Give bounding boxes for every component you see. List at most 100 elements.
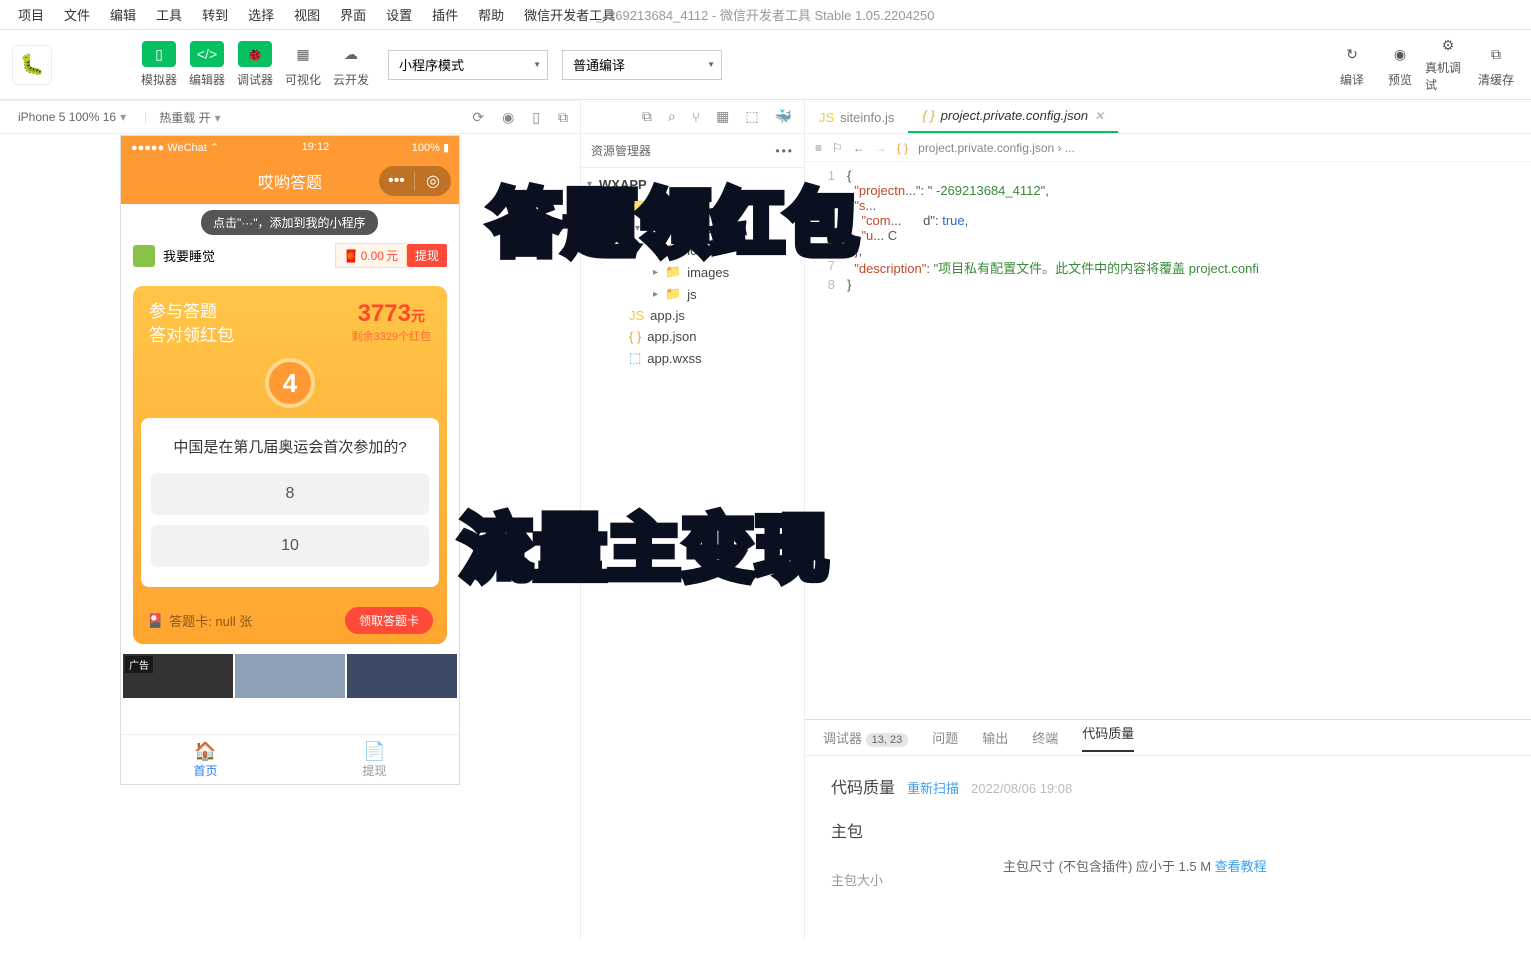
menu-help[interactable]: 帮助 — [468, 5, 514, 24]
size-info: 主包尺寸 (不包含插件) 应小于 1.5 M 查看教程 — [1003, 856, 1267, 889]
home-icon: 🏠 — [194, 741, 216, 762]
simulator-toggle[interactable]: ▯模拟器 — [136, 37, 182, 93]
answer-card-label: 答题卡: null 张 — [169, 611, 252, 630]
record-icon[interactable]: ◉ — [502, 109, 514, 126]
tree-item-app.js[interactable]: JSapp.js — [581, 305, 804, 326]
cloud-icon: ☁ — [334, 41, 368, 67]
menu-tool[interactable]: 工具 — [146, 5, 192, 24]
debug-tab-issues[interactable]: 问题 — [932, 728, 958, 747]
simulator-phone: ●●●●● WeChat ⌃ 19:12 100% ▮ 哎哟答题 ••• ◎ 点… — [120, 135, 460, 785]
forward-icon[interactable]: → — [875, 141, 887, 155]
popout-icon[interactable]: ⧉ — [558, 109, 568, 126]
editor-tab-projectconfig[interactable]: { }project.private.config.json✕ — [908, 100, 1118, 133]
phone-debug-icon: ⚙ — [1431, 37, 1465, 55]
main-package-label: 主包 — [831, 818, 1505, 842]
tree-item-js[interactable]: ▸📁js — [581, 283, 804, 305]
compile-button[interactable]: ↻编译 — [1329, 37, 1375, 93]
menu-project[interactable]: 项目 — [8, 5, 54, 24]
time-label: 19:12 — [302, 141, 330, 153]
explorer-more-icon[interactable]: ••• — [775, 144, 794, 158]
layout-icon: ▦ — [286, 41, 320, 67]
rescan-link[interactable]: 重新扫描 — [907, 778, 959, 797]
tab-home[interactable]: 🏠首页 — [121, 735, 290, 784]
capsule-close-icon[interactable]: ◎ — [415, 171, 451, 191]
editor-panel: JSsiteinfo.js { }project.private.config.… — [805, 100, 1531, 939]
explorer-ext-icon[interactable]: ▦ — [716, 108, 729, 125]
editor-tab-siteinfo[interactable]: JSsiteinfo.js — [805, 102, 908, 133]
explorer-search-icon[interactable]: ⌕ — [668, 108, 676, 125]
explorer-box-icon[interactable]: ⬚ — [745, 108, 758, 125]
device-bar: iPhone 5 100% 16 | 热重载 开 ⟳ ◉ ▯ ⧉ — [0, 100, 580, 134]
doc-icon: 📄 — [363, 741, 385, 762]
close-icon[interactable]: ✕ — [1094, 109, 1104, 123]
explorer-docker-icon[interactable]: 🐳 — [775, 108, 792, 125]
menu-select[interactable]: 选择 — [238, 5, 284, 24]
answer-option-1[interactable]: 10 — [151, 525, 429, 567]
tree-item-resource[interactable]: ▾📁resource — [581, 217, 804, 239]
menu-bar: 项目 文件 编辑 工具 转到 选择 视图 界面 设置 插件 帮助 微信开发者工具… — [0, 0, 1531, 30]
get-card-button[interactable]: 领取答题卡 — [345, 607, 433, 634]
tree-root[interactable]: ▾WXAPP — [581, 174, 804, 195]
menu-edit[interactable]: 编辑 — [100, 5, 146, 24]
menu-interface[interactable]: 界面 — [330, 5, 376, 24]
phone-icon: ▯ — [142, 41, 176, 67]
avatar[interactable] — [133, 245, 155, 267]
eye-icon: ◉ — [1383, 41, 1417, 67]
debug-tabs: 调试器 13, 23 问题 输出 终端 代码质量 — [805, 720, 1531, 756]
debugger-toggle[interactable]: 🐞调试器 — [232, 37, 278, 93]
visual-toggle[interactable]: ▦可视化 — [280, 37, 326, 93]
phone-outline-icon[interactable]: ▯ — [532, 109, 540, 126]
debug-tab-debugger[interactable]: 调试器 13, 23 — [823, 728, 908, 747]
tree-item-app.json[interactable]: { }app.json — [581, 326, 804, 347]
answer-option-0[interactable]: 8 — [151, 473, 429, 515]
tab-withdraw[interactable]: 📄提现 — [290, 735, 459, 784]
nav-title: 哎哟答题 — [258, 169, 322, 193]
tree-item-icon[interactable]: ▸📁icon — [581, 239, 804, 261]
rotate-icon[interactable]: ⟳ — [472, 109, 484, 126]
clear-cache-button[interactable]: ⧉清缓存 — [1473, 37, 1519, 93]
ad-banner-0[interactable]: 广告 — [123, 654, 233, 698]
ad-row: 广告 — [121, 654, 459, 698]
codequality-title: 代码质量 — [831, 774, 895, 798]
menu-setting[interactable]: 设置 — [376, 5, 422, 24]
hotreload-toggle[interactable]: 热重载 开 — [153, 107, 232, 128]
withdraw-button[interactable]: 提现 — [407, 244, 447, 267]
app-icon[interactable]: 🐛 — [12, 45, 52, 85]
device-selector[interactable]: iPhone 5 100% 16 — [12, 108, 138, 126]
remote-debug-button[interactable]: ⚙真机调试 — [1425, 37, 1471, 93]
compile-mode-dropdown[interactable]: 普通编译 — [562, 50, 722, 80]
ad-banner-1[interactable] — [235, 654, 345, 698]
layers-icon: ⧉ — [1479, 41, 1513, 67]
ad-banner-2[interactable] — [347, 654, 457, 698]
debug-tab-codequality[interactable]: 代码质量 — [1082, 723, 1134, 752]
explorer-copy-icon[interactable]: ⧉ — [642, 108, 652, 125]
editor-toggle[interactable]: </>编辑器 — [184, 37, 230, 93]
card-title2: 答对领红包 — [149, 324, 234, 348]
tool-bar: 🐛 ▯模拟器 </>编辑器 🐞调试器 ▦可视化 ☁云开发 小程序模式 普通编译 … — [0, 30, 1531, 100]
tutorial-link[interactable]: 查看教程 — [1215, 859, 1267, 874]
menu-plugin[interactable]: 插件 — [422, 5, 468, 24]
menu-goto[interactable]: 转到 — [192, 5, 238, 24]
card-icon: 🎴 — [147, 613, 163, 629]
tree-item-we7[interactable]: ▾📁we7 — [581, 195, 804, 217]
menu-icon[interactable]: ≡ — [815, 141, 822, 155]
remain-label: 剩余3329个红包 — [352, 328, 431, 344]
preview-button[interactable]: ◉预览 — [1377, 37, 1423, 93]
editor-tabs: JSsiteinfo.js { }project.private.config.… — [805, 100, 1531, 134]
quiz-card: 参与答题答对领红包 3773元 剩余3329个红包 4 中国是在第几届奥运会首次… — [133, 286, 447, 644]
question-text: 中国是在第几届奥运会首次参加的? — [151, 436, 429, 457]
explorer-branch-icon[interactable]: ⑂ — [692, 109, 700, 125]
mode-dropdown[interactable]: 小程序模式 — [388, 50, 548, 80]
tree-item-images[interactable]: ▸📁images — [581, 261, 804, 283]
tree-item-app.wxss[interactable]: ⬚app.wxss — [581, 347, 804, 369]
menu-view[interactable]: 视图 — [284, 5, 330, 24]
debug-tab-output[interactable]: 输出 — [982, 728, 1008, 747]
cloud-button[interactable]: ☁云开发 — [328, 37, 374, 93]
menu-file[interactable]: 文件 — [54, 5, 100, 24]
bookmark-icon[interactable]: ⚐ — [832, 141, 843, 155]
code-editor[interactable]: 1{ "projectn...": " -269213684_4112", "s… — [805, 162, 1531, 719]
debug-tab-terminal[interactable]: 终端 — [1032, 728, 1058, 747]
add-hint: 点击"···"，添加到我的小程序 — [201, 210, 378, 235]
back-icon[interactable]: ← — [853, 141, 865, 155]
capsule-menu-icon[interactable]: ••• — [379, 172, 415, 190]
